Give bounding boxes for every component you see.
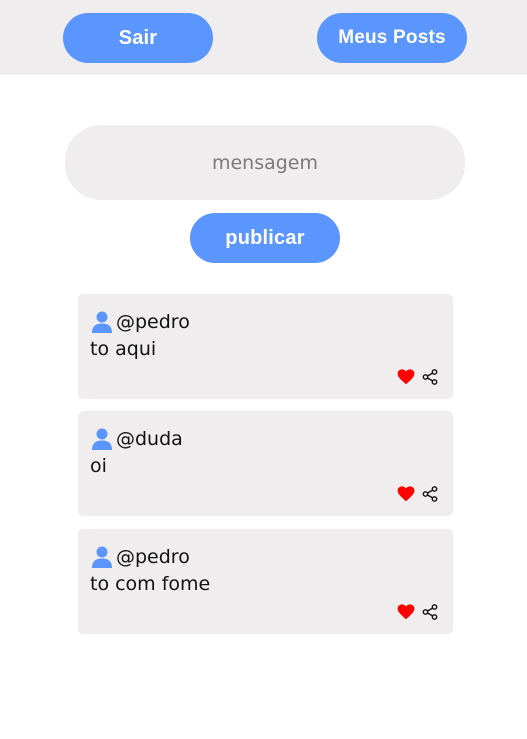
post-header: @duda — [90, 425, 183, 453]
post-card: @duda oi — [78, 411, 453, 516]
heart-icon[interactable] — [397, 485, 415, 503]
user-icon — [90, 426, 114, 452]
share-icon[interactable] — [421, 603, 439, 621]
post-card: @pedro to com fome — [78, 529, 453, 634]
post-card: @pedro to aqui — [78, 294, 453, 399]
post-actions — [397, 368, 439, 386]
publish-button[interactable]: publicar — [190, 213, 340, 263]
post-actions — [397, 485, 439, 503]
post-username: @duda — [116, 428, 183, 450]
post-text: to com fome — [90, 573, 211, 595]
my-posts-button[interactable]: Meus Posts — [317, 13, 467, 63]
user-icon — [90, 544, 114, 570]
share-icon[interactable] — [421, 485, 439, 503]
top-bar: Sair Meus Posts — [0, 0, 527, 75]
logout-button[interactable]: Sair — [63, 13, 213, 63]
heart-icon[interactable] — [397, 368, 415, 386]
post-text: to aqui — [90, 338, 157, 360]
post-text: oi — [90, 455, 107, 477]
post-username: @pedro — [116, 546, 190, 568]
user-icon — [90, 309, 114, 335]
post-actions — [397, 603, 439, 621]
post-username: @pedro — [116, 311, 190, 333]
post-header: @pedro — [90, 308, 190, 336]
share-icon[interactable] — [421, 368, 439, 386]
heart-icon[interactable] — [397, 603, 415, 621]
post-header: @pedro — [90, 543, 190, 571]
message-input[interactable] — [65, 125, 465, 200]
